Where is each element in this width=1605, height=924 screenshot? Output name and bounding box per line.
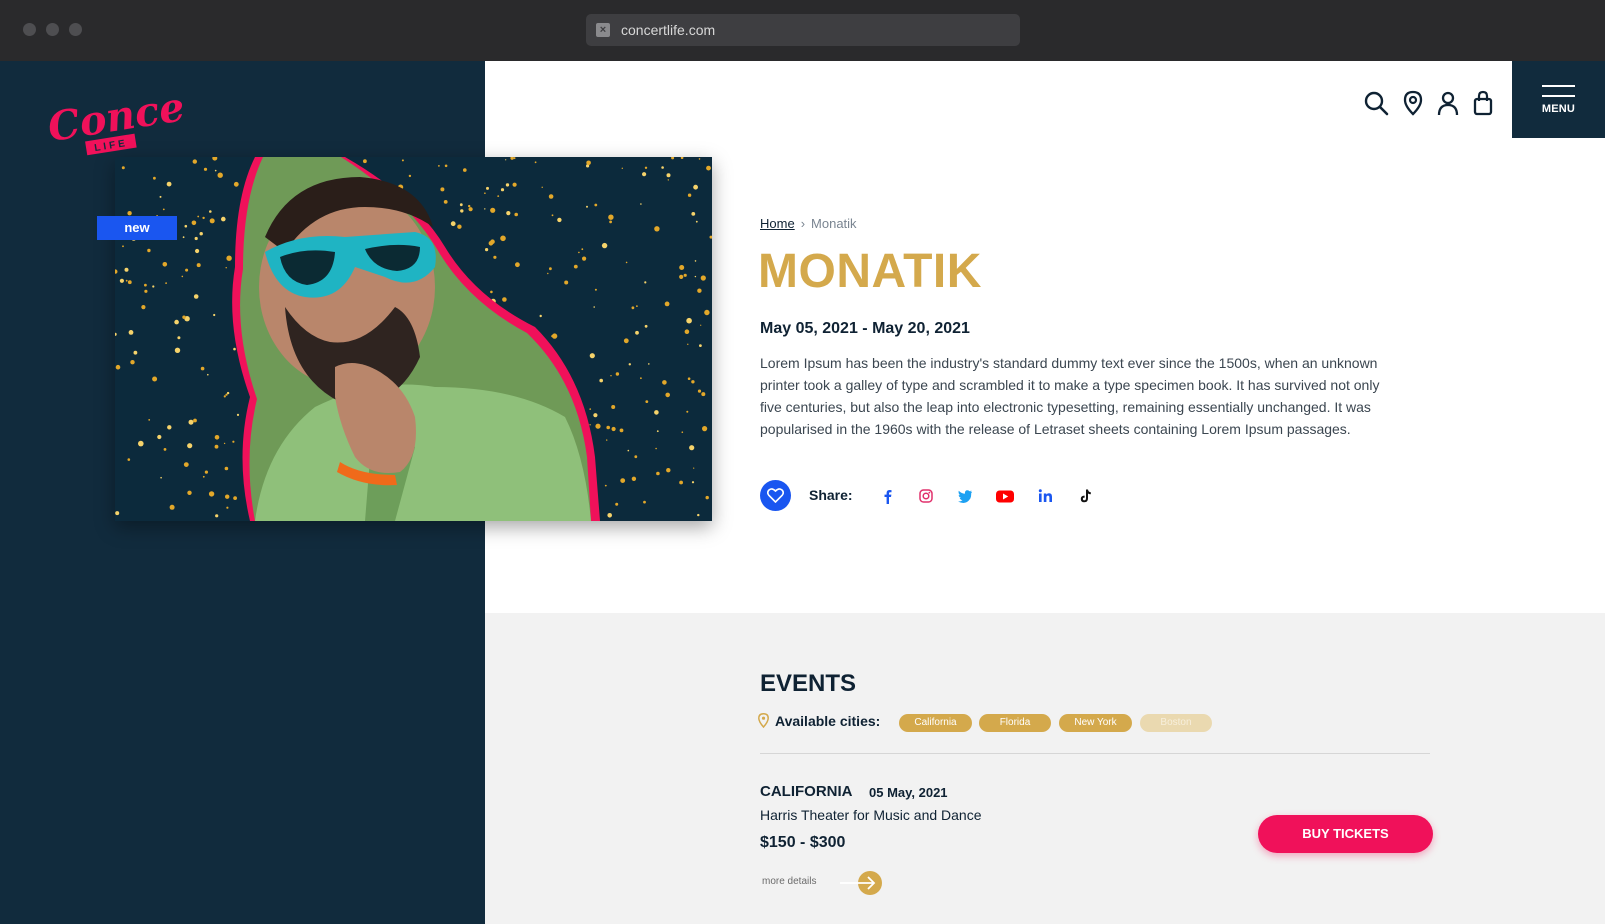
city-chip-florida[interactable]: Florida	[979, 714, 1051, 732]
instagram-icon[interactable]	[916, 487, 936, 505]
location-pin-icon[interactable]	[1400, 90, 1426, 116]
available-cities-label: Available cities:	[775, 713, 881, 729]
event-date: 05 May, 2021	[869, 785, 948, 800]
buy-tickets-button[interactable]: BUY TICKETS	[1258, 815, 1433, 853]
address-bar[interactable]: × concertlife.com	[586, 14, 1020, 46]
new-badge: new	[97, 216, 177, 240]
location-pin-icon	[758, 713, 769, 728]
city-chip-boston[interactable]: Boston	[1140, 714, 1212, 732]
share-label: Share:	[809, 487, 853, 503]
breadcrumb-home-link[interactable]: Home	[760, 216, 795, 231]
city-chip-california[interactable]: California	[899, 714, 972, 732]
heart-icon	[767, 488, 784, 503]
more-details-link[interactable]: more details	[762, 876, 816, 887]
concert-life-logo[interactable]: Concert LIFE	[44, 85, 184, 157]
menu-button[interactable]: MENU	[1512, 61, 1605, 138]
artist-dates: May 05, 2021 - May 20, 2021	[760, 320, 970, 337]
twitter-icon[interactable]	[955, 487, 975, 505]
breadcrumb-current: Monatik	[811, 216, 857, 231]
city-chip-new-york[interactable]: New York	[1059, 714, 1132, 732]
hamburger-icon	[1542, 85, 1575, 99]
linkedin-icon[interactable]	[1036, 487, 1056, 505]
user-icon[interactable]	[1435, 90, 1461, 116]
event-city: CALIFORNIA	[760, 783, 853, 800]
artist-name: MONATIK	[758, 245, 982, 298]
events-title: EVENTS	[760, 670, 857, 697]
window-minimize-dot[interactable]	[46, 23, 59, 36]
artist-hero-image	[115, 157, 712, 521]
site-favicon-icon: ×	[596, 23, 610, 37]
youtube-icon[interactable]	[995, 487, 1015, 505]
browser-toolbar: × concertlife.com	[0, 0, 1605, 61]
event-venue: Harris Theater for Music and Dance	[760, 807, 982, 823]
breadcrumb: Home › Monatik	[760, 216, 857, 231]
available-cities: Available cities:	[758, 713, 880, 729]
search-icon[interactable]	[1363, 90, 1389, 116]
window-maximize-dot[interactable]	[69, 23, 82, 36]
address-url: concertlife.com	[621, 22, 716, 38]
breadcrumb-separator: ›	[800, 216, 806, 231]
arrow-right-icon[interactable]	[838, 870, 884, 896]
tiktok-icon[interactable]	[1075, 487, 1095, 505]
event-price: $150 - $300	[760, 834, 846, 851]
window-close-dot[interactable]	[23, 23, 36, 36]
menu-label: MENU	[1541, 103, 1576, 115]
facebook-icon[interactable]	[878, 487, 898, 505]
artist-description: Lorem Ipsum has been the industry's stan…	[760, 355, 1380, 437]
shopping-bag-icon[interactable]	[1470, 90, 1496, 116]
favorite-button[interactable]	[760, 480, 791, 511]
events-divider	[760, 753, 1430, 754]
events-section	[485, 613, 1605, 924]
